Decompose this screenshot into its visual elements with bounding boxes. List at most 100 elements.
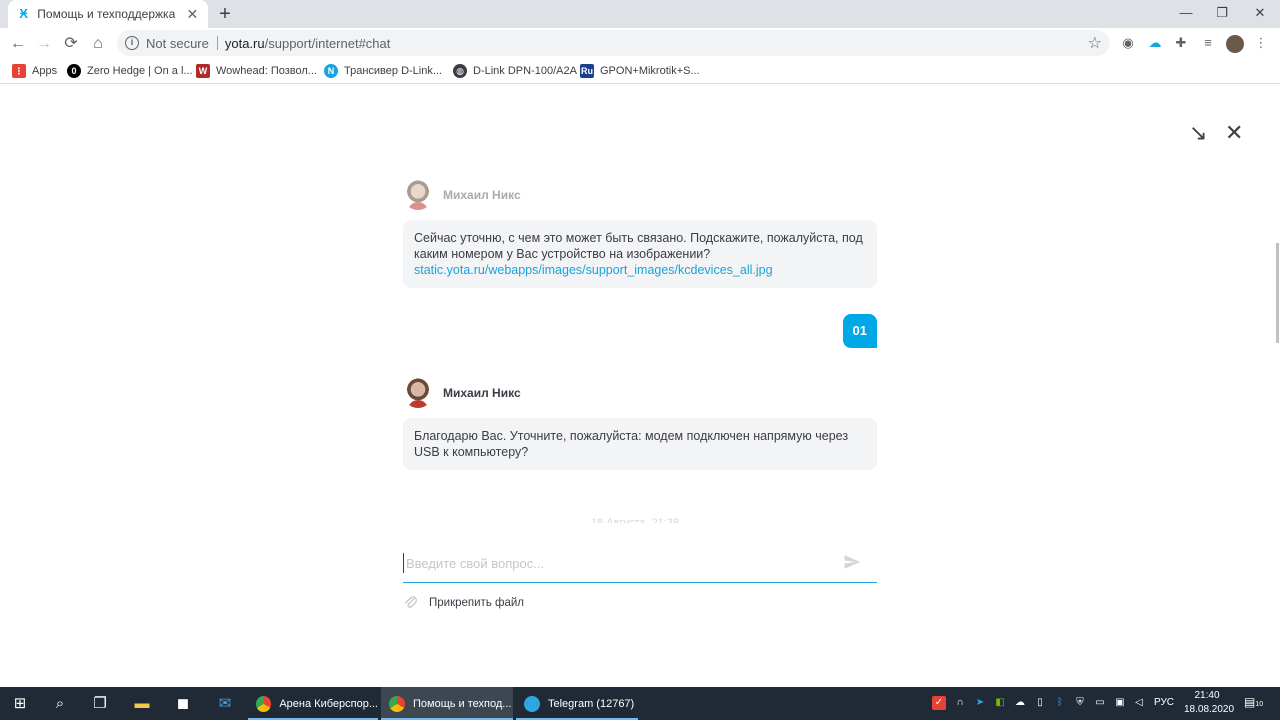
- agent-header: Михаил Никс: [403, 180, 521, 210]
- input-language[interactable]: РУС: [1154, 697, 1174, 708]
- tray-battery-icon[interactable]: ▭: [1093, 696, 1107, 710]
- file-explorer-icon[interactable]: ▬: [122, 687, 162, 720]
- bookmark-gpon[interactable]: Ru GPON+Mikrotik+S...: [580, 63, 700, 79]
- back-arrow-icon[interactable]: ←: [7, 33, 29, 55]
- attach-file-label: Прикрепить файл: [429, 597, 525, 609]
- zerohedge-icon: 0: [67, 64, 81, 78]
- profile-avatar[interactable]: [1226, 35, 1244, 53]
- extensions-puzzle-icon[interactable]: ✚: [1172, 34, 1190, 52]
- tray-telegram-icon[interactable]: ➤: [973, 696, 987, 710]
- browser-toolbar: ← → ⟳ ⌂ i Not secure yota.ru /support/in…: [0, 28, 1280, 58]
- home-icon[interactable]: ⌂: [87, 33, 109, 55]
- windows-taskbar: ⊞ ⌕ ❐ ▬ ◼ ✉ Арена Киберспор... Помощь и …: [0, 687, 1280, 720]
- address-bar[interactable]: i Not secure yota.ru /support/internet#c…: [117, 30, 1110, 56]
- tab-close-icon[interactable]: ✕: [185, 6, 200, 22]
- tray-onedrive-icon[interactable]: ☁: [1013, 696, 1027, 710]
- omnibox-divider: [216, 36, 218, 50]
- minimize-button[interactable]: —: [1166, 0, 1206, 28]
- system-clock[interactable]: 21:40 18.08.2020: [1184, 689, 1235, 717]
- taskbar-app-label: Telegram (12767): [548, 697, 635, 710]
- url-host: yota.ru: [224, 35, 265, 51]
- info-icon[interactable]: i: [125, 36, 139, 50]
- taskbar-app-chrome-arena[interactable]: Арена Киберспор...: [248, 687, 378, 720]
- bookmark-label: Трансивер D-Link...: [344, 65, 443, 77]
- bookmark-dlink-transceiver[interactable]: N Трансивер D-Link...: [324, 63, 442, 79]
- agent-avatar: [403, 180, 433, 210]
- tray-usb-icon[interactable]: ▯: [1033, 696, 1047, 710]
- chat-input-wrapper: [403, 545, 877, 583]
- message-link[interactable]: static.yota.ru/webapps/images/support_im…: [414, 263, 773, 277]
- globe-icon: ◍: [453, 64, 467, 78]
- paperclip-icon: [405, 596, 417, 608]
- chat-page: ↘ ✕ Михаил Никс Сейчас уточню, с чем это…: [0, 85, 1280, 687]
- search-icon[interactable]: ⌕: [40, 687, 80, 720]
- mail-icon[interactable]: ✉: [205, 687, 245, 720]
- tab-strip: Ӿ Помощь и техподдержка интер ✕ + — ❐ ✕: [0, 0, 1280, 28]
- notification-count: 10: [1255, 701, 1264, 708]
- forward-arrow-icon[interactable]: →: [33, 33, 55, 55]
- bookmark-star-icon[interactable]: ☆: [1088, 33, 1102, 53]
- tray-volume-icon[interactable]: ◁: [1132, 696, 1146, 710]
- bookmark-label: Wowhead: Позвол...: [216, 65, 317, 77]
- tray-app-icon[interactable]: ✓: [932, 696, 946, 710]
- close-chat-icon[interactable]: ✕: [1225, 122, 1243, 144]
- tray-bluetooth-icon[interactable]: ᛒ: [1053, 696, 1067, 710]
- date-separator: 18 Августа, 21:38: [591, 517, 680, 523]
- bookmark-zerohedge[interactable]: 0 Zero Hedge | On a l...: [67, 63, 193, 79]
- maximize-button[interactable]: ❐: [1202, 0, 1242, 28]
- not-secure-label: Not secure: [146, 35, 209, 51]
- windows-start-icon[interactable]: ⊞: [0, 687, 40, 720]
- reload-icon[interactable]: ⟳: [60, 33, 82, 55]
- url-path: /support/internet#chat: [264, 35, 391, 51]
- tray-network-icon[interactable]: ▣: [1113, 696, 1127, 710]
- tray-defender-icon[interactable]: ⛨: [1073, 696, 1087, 710]
- message-text: Сейчас уточню, с чем это может быть связ…: [414, 231, 863, 261]
- attach-file-button[interactable]: Прикрепить файл: [403, 595, 524, 611]
- clock-date: 18.08.2020: [1184, 704, 1235, 715]
- bookmark-label: Apps: [32, 65, 58, 77]
- tray-headset-icon[interactable]: ∩: [953, 696, 967, 710]
- browser-tab-active[interactable]: Ӿ Помощь и техподдержка интер ✕: [8, 0, 208, 28]
- tab-title: Помощь и техподдержка интер: [37, 7, 176, 21]
- task-view-icon[interactable]: ❐: [80, 687, 120, 720]
- bookmark-dlink-dpn[interactable]: ◍ D-Link DPN-100/A2A: [453, 63, 577, 79]
- media-control-icon[interactable]: ≡: [1199, 34, 1217, 52]
- nag-icon: N: [324, 64, 338, 78]
- store-icon[interactable]: ◼: [163, 687, 203, 720]
- chrome-menu-icon[interactable]: ⋮: [1252, 34, 1270, 52]
- page-scrollbar[interactable]: [1276, 243, 1279, 343]
- agent-name: Михаил Никс: [443, 386, 521, 400]
- telegram-icon: [524, 695, 540, 712]
- send-icon[interactable]: [843, 553, 861, 571]
- cloud-extension-icon[interactable]: ☁: [1146, 34, 1164, 52]
- tray-nvidia-icon[interactable]: ◧: [993, 696, 1007, 710]
- agent-avatar: [403, 378, 433, 408]
- agent-name: Михаил Никс: [443, 188, 521, 202]
- clock-time: 21:40: [1194, 690, 1220, 701]
- bookmark-label: GPON+Mikrotik+S...: [600, 65, 700, 77]
- chrome-icon: [389, 695, 405, 712]
- taskbar-app-label: Помощь и техпод...: [413, 697, 512, 710]
- wowhead-icon: W: [196, 64, 210, 78]
- chrome-icon: [256, 695, 272, 712]
- user-message: 01: [842, 314, 877, 348]
- taskbar-app-telegram[interactable]: Telegram (12767): [516, 687, 638, 720]
- bookmarks-bar: ⋮ Apps 0 Zero Hedge | On a l... W Wowhea…: [0, 58, 1280, 84]
- minimize-chat-icon[interactable]: ↘: [1189, 122, 1207, 144]
- bookmark-label: D-Link DPN-100/A2A: [473, 65, 577, 77]
- bookmark-apps[interactable]: ⋮ Apps: [12, 63, 57, 79]
- new-tab-button[interactable]: +: [214, 4, 236, 26]
- notification-center-icon[interactable]: ▤10: [1244, 695, 1264, 711]
- bookmark-wowhead[interactable]: W Wowhead: Позвол...: [196, 63, 317, 79]
- taskbar-app-chrome-support[interactable]: Помощь и техпод...: [381, 687, 513, 720]
- agent-message: Сейчас уточню, с чем это может быть связ…: [403, 220, 877, 288]
- agent-message: Благодарю Вас. Уточните, пожалуйста: мод…: [403, 418, 877, 470]
- apps-grid-icon: ⋮: [12, 64, 26, 78]
- taskbar-app-label: Арена Киберспор...: [279, 697, 378, 710]
- yota-favicon-icon: Ӿ: [19, 6, 28, 21]
- chat-message-input[interactable]: [403, 553, 833, 573]
- message-text: Благодарю Вас. Уточните, пожалуйста: мод…: [414, 429, 849, 459]
- extension-circle-icon[interactable]: ◉: [1119, 34, 1137, 52]
- agent-header: Михаил Никс: [403, 378, 521, 408]
- window-close-button[interactable]: ✕: [1240, 0, 1280, 28]
